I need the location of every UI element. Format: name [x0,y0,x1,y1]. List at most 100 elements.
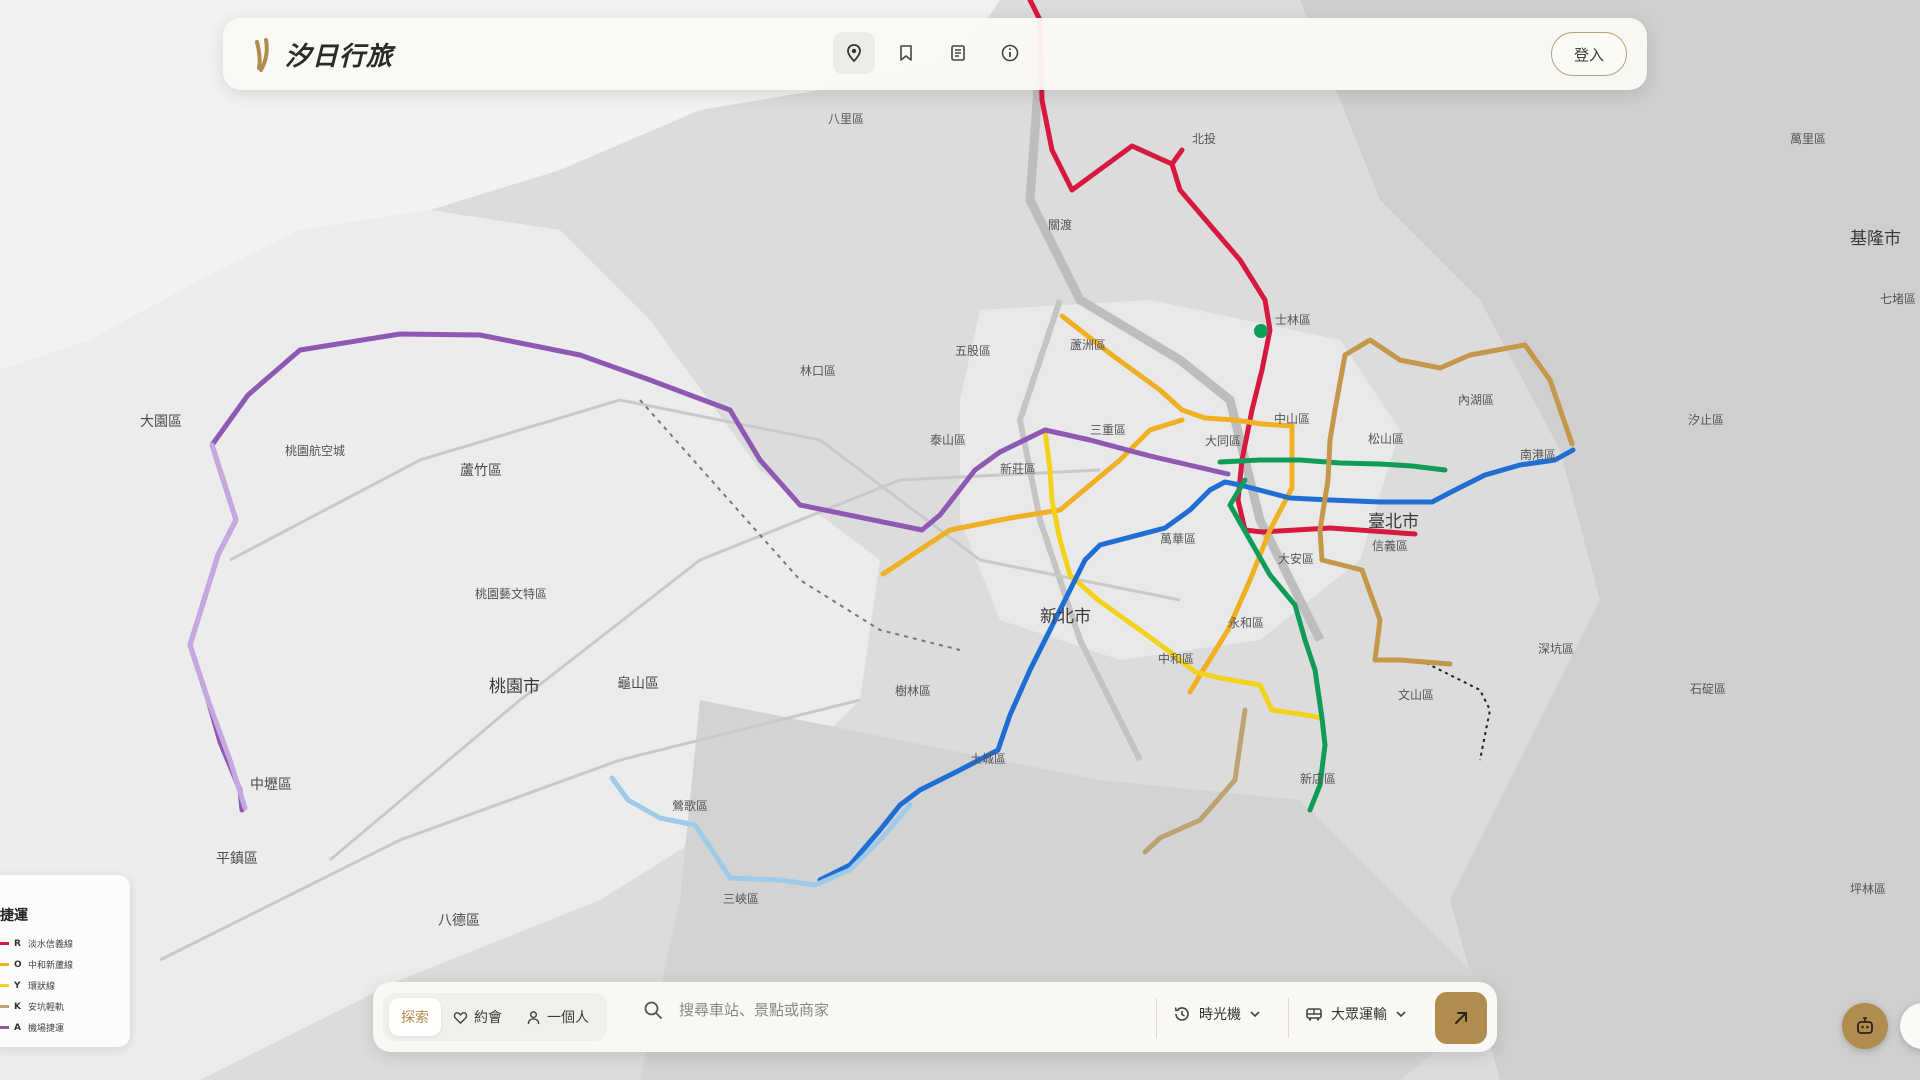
map-label-xizhi: 汐止區 [1688,413,1725,427]
map-label-tucheng: 土城區 [970,752,1007,766]
map-label-shenkeng: 深坑區 [1538,642,1575,656]
legend-item: R 淡水信義線 [0,933,73,954]
bookmark-icon [900,45,912,61]
map-label-dayuan: 大園區 [140,414,182,430]
mode-label: 約會 [474,1010,502,1026]
time-machine-label: 時光機 [1199,1007,1241,1023]
nav-info-button[interactable] [989,32,1031,74]
map-label-neihu: 內湖區 [1458,393,1495,407]
legend-label: 機場捷運 [28,1024,65,1034]
map-label-luzhu: 蘆竹區 [460,463,502,479]
map-label-pinglin: 坪林區 [1850,882,1887,896]
map-label-zhongli: 中壢區 [250,777,292,793]
divider [1288,998,1289,1038]
map-label-guishan: 龜山區 [617,676,659,692]
login-button[interactable]: 登入 [1551,32,1627,76]
chevron-down-icon [1396,1011,1406,1018]
legend-item: A 機場捷運 [0,1017,73,1038]
info-icon [1001,44,1019,62]
map-label-luzhou: 蘆洲區 [1070,338,1107,352]
nav-bookmark-button[interactable] [885,32,927,74]
document-icon [951,45,965,61]
map-label-datong: 大同區 [1205,434,1242,448]
arrow-up-right-icon [1455,1012,1467,1024]
logo-mark-icon [255,37,269,72]
legend-code: K [14,1001,21,1012]
mode-label: 一個人 [547,1010,589,1026]
map-label-new-taipei: 新北市 [1040,607,1091,627]
legend-swatch [0,1026,9,1029]
map-label-yonghe: 永和區 [1228,616,1265,630]
app-name: 汐日行旅 [285,42,394,72]
map-label-guandu: 關渡 [1048,218,1073,232]
map-label-sanchong: 三重區 [1090,423,1127,437]
map-label-taoyuan-art: 桃園藝文特區 [475,587,548,601]
robot-icon [1857,1017,1873,1034]
map-label-bade: 八德區 [438,913,480,929]
map-label-nangang: 南港區 [1520,448,1557,462]
map-label-shilin: 士林區 [1275,313,1312,327]
station-marker[interactable] [1254,324,1268,338]
legend-code: O [14,959,22,970]
map-label-zhonghe: 中和區 [1158,652,1195,666]
mode-solo-tab[interactable]: 一個人 [514,998,601,1036]
nav-document-button[interactable] [937,32,979,74]
legend-title: 捷運 [0,908,28,924]
search-bar: 探索 約會 一個人 時光機 大眾運輸 [373,982,1497,1052]
legend-code: Y [14,980,21,991]
mode-label: 探索 [401,1010,429,1026]
map-label-linkou: 林口區 [800,364,837,378]
map-label-pingzhen: 平鎮區 [216,851,258,867]
search-input[interactable] [677,1000,1161,1020]
top-bar: 汐日行旅 登入 [223,18,1647,90]
transport-dropdown[interactable]: 大眾運輸 [1305,1004,1407,1024]
legend-label: 安坑輕軌 [28,1003,65,1013]
mode-explore-tab[interactable]: 探索 [389,998,441,1036]
map-label-xinyi: 信義區 [1372,539,1409,553]
ai-assistant-button[interactable] [1842,1003,1888,1049]
map-label-taipei: 臺北市 [1368,512,1419,532]
app-logo[interactable]: 汐日行旅 [253,36,393,73]
legend-item: Y 環狀線 [0,975,73,996]
map-label-bali: 八里區 [828,112,865,126]
map-label-taoyuan: 桃園市 [489,677,540,697]
mode-switcher: 探索 約會 一個人 [383,993,607,1041]
top-nav [833,32,1031,74]
mrt-legend: 捷運 R 淡水信義線 O 中和新蘆線 Y 環狀線 K 安坑輕軌 A 機場捷運 [0,875,130,1047]
search-field-wrap [643,1000,1161,1020]
map-pin-icon [847,44,861,63]
map-label-shiding: 石碇區 [1690,682,1727,696]
map-label-zhongshan: 中山區 [1274,412,1311,426]
legend-label: 淡水信義線 [28,940,74,950]
history-icon [1174,1007,1189,1021]
transport-label: 大眾運輸 [1331,1007,1387,1023]
legend-swatch [0,984,9,987]
map-label-wenshan: 文山區 [1398,688,1435,702]
map-label-yingge: 鶯歌區 [672,799,709,813]
map-label-keelung: 基隆市 [1850,229,1901,249]
legend-label: 中和新蘆線 [28,961,74,971]
go-button[interactable] [1435,992,1487,1044]
map-label-taishan: 泰山區 [930,433,967,447]
map-label-xinzhuang: 新莊區 [1000,462,1037,476]
map-label-daan: 大安區 [1278,552,1315,566]
bus-icon [1306,1008,1322,1021]
mode-date-tab[interactable]: 約會 [441,998,514,1036]
legend-item: O 中和新蘆線 [0,954,73,975]
legend-swatch [0,1005,9,1008]
time-machine-dropdown[interactable]: 時光機 [1173,1004,1261,1024]
map-label-songshan: 松山區 [1368,432,1405,446]
map-label-shulin: 樹林區 [895,684,932,698]
person-icon [527,1010,540,1024]
map-label-qidu: 七堵區 [1880,292,1917,306]
map-label-wugu: 五股區 [955,344,992,358]
map-label-sanxia: 三峽區 [723,892,760,906]
map-label-taoyuan-airport: 桃園航空城 [285,444,346,458]
chevron-down-icon [1250,1011,1260,1018]
map-label-xindian: 新店區 [1300,772,1337,786]
legend-code: A [14,1022,21,1033]
map-canvas[interactable] [0,0,1920,1080]
map-label-wanhua: 萬華區 [1160,532,1197,546]
legend-swatch [0,942,9,945]
nav-map-button[interactable] [833,32,875,74]
